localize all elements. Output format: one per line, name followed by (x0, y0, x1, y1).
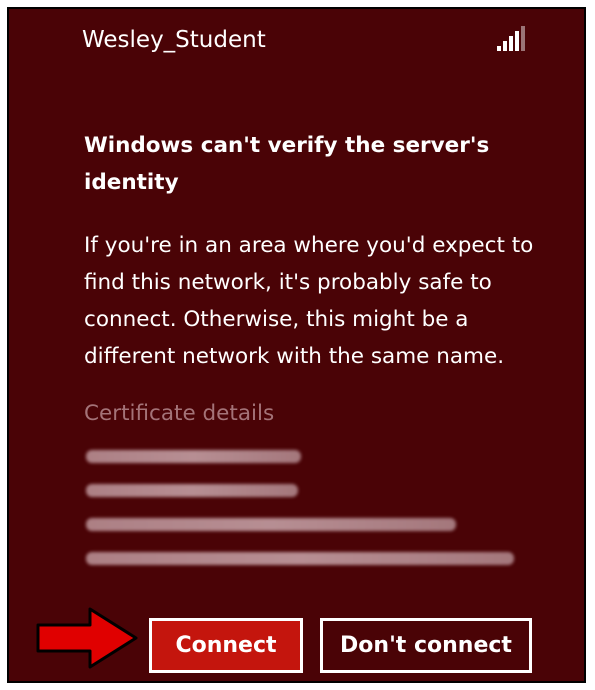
certificate-details-link[interactable]: Certificate details (84, 401, 274, 426)
network-prompt-panel: Wesley_Student Windows can't verify the … (7, 7, 586, 683)
network-name: Wesley_Student (82, 27, 266, 53)
certificate-detail-redacted (86, 518, 456, 531)
red-arrow-icon (36, 607, 138, 669)
wifi-signal-icon (497, 25, 529, 51)
certificate-detail-redacted (86, 450, 301, 463)
dont-connect-button[interactable]: Don't connect (320, 618, 532, 673)
certificate-detail-redacted (86, 552, 514, 565)
warning-body: If you're in an area where you'd expect … (84, 233, 534, 369)
warning-heading: Windows can't verify the server's identi… (84, 133, 490, 195)
connect-button[interactable]: Connect (149, 618, 303, 673)
certificate-detail-redacted (86, 484, 298, 497)
